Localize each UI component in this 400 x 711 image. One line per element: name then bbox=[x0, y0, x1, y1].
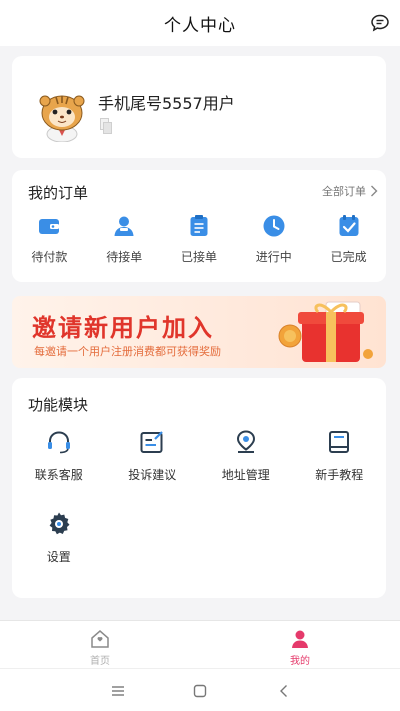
book-icon bbox=[329, 431, 350, 453]
invite-banner[interactable]: 邀请新用户加入 每邀请一个用户注册消费都可获得奖励 bbox=[12, 296, 386, 368]
function-label: 联系客服 bbox=[34, 468, 83, 482]
beginner-tutorial[interactable]: 新手教程 bbox=[293, 428, 387, 488]
copy-icon[interactable] bbox=[100, 118, 112, 134]
tab-home[interactable]: 首页 bbox=[0, 621, 200, 668]
tab-label: 首页 bbox=[90, 656, 110, 667]
username: 手机尾号5557用户 bbox=[98, 94, 235, 113]
tab-label: 我的 bbox=[290, 656, 310, 667]
order-label: 已接单 bbox=[180, 250, 217, 264]
gift-box-icon bbox=[278, 301, 373, 362]
function-label: 新手教程 bbox=[315, 468, 364, 482]
order-accepted[interactable]: 已接单 bbox=[162, 210, 237, 270]
hamster-avatar bbox=[39, 95, 85, 142]
top-bar: 个人中心 bbox=[0, 0, 400, 46]
bottom-tabbar: 首页 我的 bbox=[0, 620, 400, 668]
check-icon bbox=[339, 215, 359, 236]
banner-title: 邀请新用户加入 bbox=[32, 314, 214, 342]
order-label: 待接单 bbox=[106, 250, 143, 264]
user-icon bbox=[292, 630, 308, 648]
order-label: 进行中 bbox=[255, 250, 292, 264]
tab-mine[interactable]: 我的 bbox=[200, 621, 400, 668]
all-orders-label: 全部订单 bbox=[322, 185, 366, 198]
gear-icon bbox=[49, 512, 70, 535]
location-icon bbox=[236, 430, 255, 453]
my-orders-card: 我的订单 全部订单 待付款 待接单 已接单 进行中 已完成 bbox=[12, 170, 386, 282]
function-label: 投诉建议 bbox=[128, 468, 177, 482]
function-label: 地址管理 bbox=[221, 468, 270, 482]
settings[interactable]: 设置 bbox=[12, 510, 106, 570]
chevron-right-icon bbox=[371, 185, 378, 197]
home-square-icon[interactable] bbox=[192, 683, 208, 699]
complaints-suggestions[interactable]: 投诉建议 bbox=[106, 428, 200, 488]
chat-bubble-icon[interactable] bbox=[370, 13, 390, 33]
order-in-progress[interactable]: 进行中 bbox=[236, 210, 311, 270]
wallet-icon bbox=[39, 219, 60, 234]
functions-title: 功能模块 bbox=[28, 396, 89, 414]
profile-card[interactable]: 手机尾号5557用户 bbox=[12, 56, 386, 158]
order-pending-payment[interactable]: 待付款 bbox=[12, 210, 87, 270]
headset-icon bbox=[47, 431, 70, 454]
system-navigation-bar bbox=[0, 668, 400, 711]
banner-subtitle: 每邀请一个用户注册消费都可获得奖励 bbox=[34, 345, 221, 358]
edit-icon bbox=[140, 431, 164, 453]
menu-icon[interactable] bbox=[110, 683, 126, 699]
order-label: 待付款 bbox=[31, 250, 68, 264]
all-orders-link[interactable]: 全部订单 bbox=[322, 183, 378, 199]
person-icon bbox=[114, 216, 134, 236]
page-title: 个人中心 bbox=[164, 15, 236, 36]
order-pending-accept[interactable]: 待接单 bbox=[87, 210, 162, 270]
order-completed[interactable]: 已完成 bbox=[311, 210, 386, 270]
clock-icon bbox=[263, 215, 285, 237]
address-management[interactable]: 地址管理 bbox=[199, 428, 293, 488]
function-label: 设置 bbox=[46, 550, 71, 564]
contact-support[interactable]: 联系客服 bbox=[12, 428, 106, 488]
back-icon[interactable] bbox=[276, 683, 292, 699]
order-label: 已完成 bbox=[330, 250, 367, 264]
orders-title: 我的订单 bbox=[28, 184, 89, 202]
clipboard-icon bbox=[190, 215, 208, 236]
home-icon bbox=[91, 630, 109, 648]
function-modules-card: 功能模块 联系客服 投诉建议 地址管理 新手教程 设置 bbox=[12, 378, 386, 598]
